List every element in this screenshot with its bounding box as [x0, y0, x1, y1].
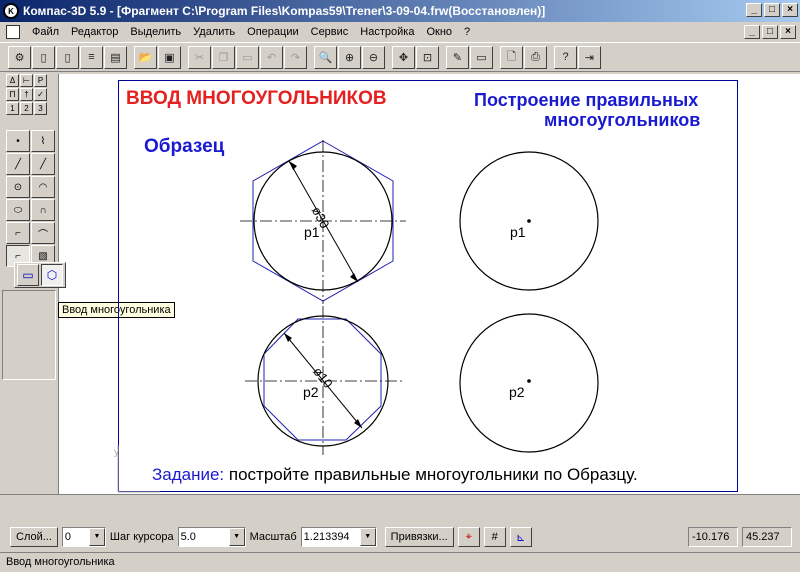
layer-button[interactable]: Слой... — [10, 527, 58, 547]
circle-task-2 — [459, 313, 599, 453]
task-prefix: Задание: — [152, 465, 225, 484]
coordinate-x: -10.176 — [688, 527, 738, 547]
hint-bar: Ввод многоугольника — [0, 552, 800, 572]
property-bar — [0, 494, 800, 522]
step-label: Шаг курсора — [109, 531, 174, 543]
chevron-down-icon[interactable]: ▼ — [88, 528, 105, 546]
snaps-button[interactable]: Привязки... — [384, 527, 454, 547]
point-label-p1-task: p1 — [510, 224, 526, 240]
task-text: Задание: постройте правильные многоуголь… — [152, 465, 638, 485]
drawing-geometry: y — [114, 140, 599, 493]
step-value: 5.0 — [180, 531, 196, 543]
scale-select[interactable]: 1.213394 ▼ — [300, 527, 377, 547]
step-select[interactable]: 5.0 ▼ — [177, 527, 246, 547]
scale-label: Масштаб — [249, 531, 297, 543]
task-body: постройте правильные многоугольники по О… — [224, 465, 638, 484]
chevron-down-icon[interactable]: ▼ — [359, 528, 376, 546]
coordinate-y: 45.237 — [742, 527, 792, 547]
layer-value: 0 — [64, 531, 72, 543]
snap-settings-icon[interactable]: ⌖ — [457, 527, 480, 547]
grid-icon[interactable]: # — [483, 527, 506, 547]
layer-select[interactable]: 0 ▼ — [61, 527, 106, 547]
parameters-bar: Слой... 0 ▼ Шаг курсора 5.0 ▼ Масштаб 1.… — [0, 522, 800, 552]
point-label-p2-task: p2 — [509, 384, 525, 400]
ortho-icon[interactable]: ⊾ — [509, 527, 532, 547]
point-label-p2-sample: p2 — [303, 384, 319, 400]
chevron-down-icon[interactable]: ▼ — [228, 528, 245, 546]
svg-text:y: y — [114, 447, 119, 458]
scale-value: 1.213394 — [303, 531, 350, 543]
